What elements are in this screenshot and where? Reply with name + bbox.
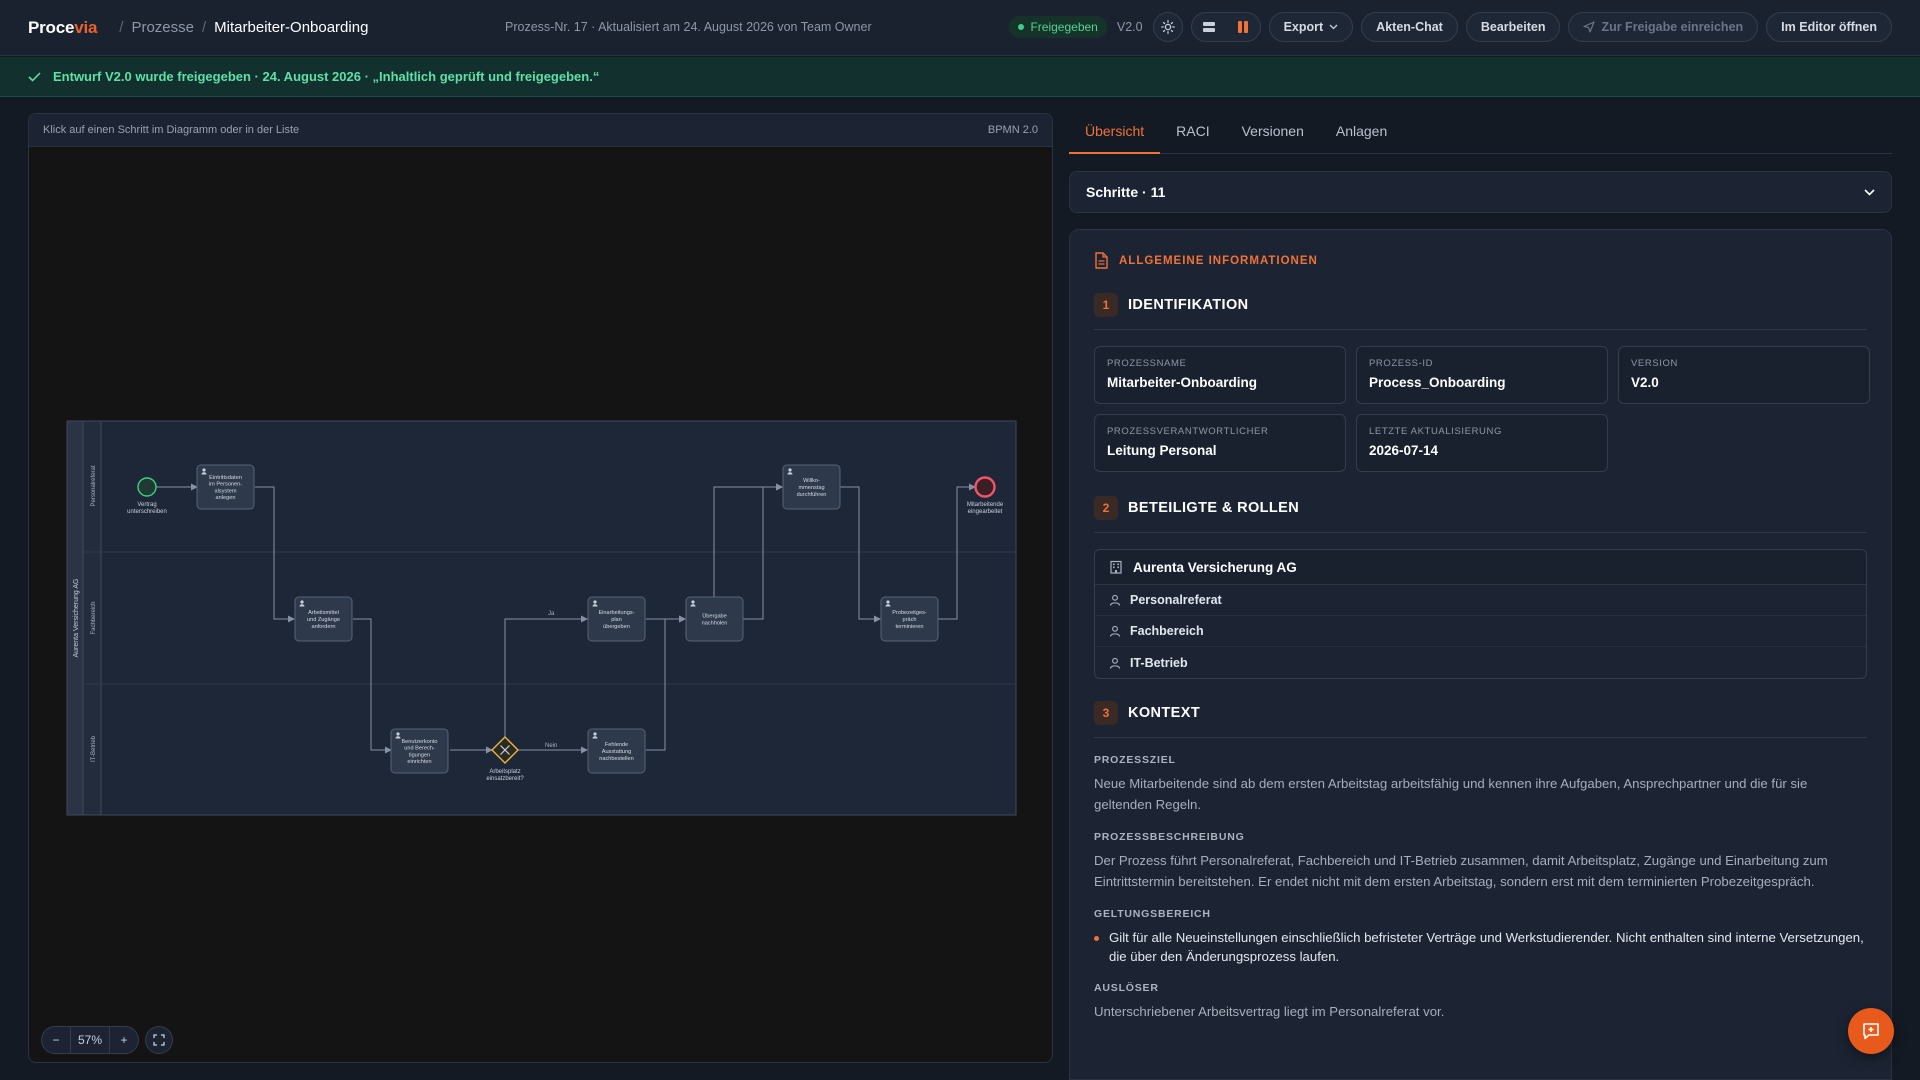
trigger-text: Unterschriebener Arbeitsvertrag liegt im…	[1094, 1004, 1445, 1019]
export-button[interactable]: Export	[1268, 12, 1354, 42]
send-icon	[1583, 21, 1596, 33]
layout-split-button[interactable]	[1226, 13, 1260, 41]
user-icon	[1109, 625, 1121, 637]
description-label: PROZESSBESCHREIBUNG	[1094, 831, 1245, 843]
role-item[interactable]: IT-Betrieb	[1095, 647, 1866, 678]
trigger-label: AUSLÖSER	[1094, 982, 1159, 994]
roles-list: Aurenta Versicherung AG Personalreferat …	[1094, 549, 1867, 679]
task-t7[interactable]: Willko-mmenstag durchführen	[782, 464, 841, 510]
info-card: ALLGEMEINE INFORMATIONEN 1 IDENTIFIKATIO…	[1069, 229, 1892, 1080]
fullscreen-button[interactable]	[145, 1026, 173, 1054]
task-t4[interactable]: Einarbeitungs-plan übergeben	[587, 596, 646, 642]
status-badge: Freigegeben	[1009, 16, 1107, 38]
process-meta: Prozess-Nr. 17 · Aktualisiert am 24. Aug…	[505, 20, 872, 34]
tab-anlagen[interactable]: Anlagen	[1320, 113, 1403, 154]
identification-fields: PROZESSNAME Mitarbeiter-Onboarding PROZES…	[1094, 346, 1870, 472]
zoom-level: 57%	[70, 1026, 110, 1054]
chat-plus-icon	[1863, 1023, 1879, 1040]
lane-label-fachbereich: Fachbereich	[91, 601, 97, 634]
field-process-id: PROZESS-ID Process_Onboarding	[1356, 346, 1608, 404]
goal-label: PROZESSZIEL	[1094, 754, 1176, 766]
top-bar: Procevia / Prozesse / Mitarbeiter-Onboar…	[0, 0, 1920, 56]
role-organization: Aurenta Versicherung AG	[1095, 550, 1866, 585]
task-t3[interactable]: Benutzerkonto und Berech-tigungen einricht…	[390, 728, 449, 774]
fullscreen-icon	[153, 1034, 165, 1046]
building-icon	[1110, 560, 1122, 574]
chat-fab-button[interactable]	[1848, 1008, 1894, 1054]
version-label: V2.0	[1116, 20, 1143, 34]
sun-icon	[1160, 20, 1175, 34]
user-icon	[1109, 657, 1121, 669]
approval-banner: Entwurf V2.0 wurde freigegeben · 24. Aug…	[0, 57, 1920, 97]
lane-label-personalreferat: Personalreferat	[91, 465, 97, 506]
task-t1[interactable]: Eintrittsdaten im Personen-alsystem anlege…	[196, 464, 255, 510]
chevron-down-icon	[1864, 188, 1875, 196]
submit-approval-button[interactable]: Zur Freigabe einreichen	[1568, 12, 1759, 42]
scope-label: GELTUNGSBEREICH	[1094, 908, 1211, 920]
diagram-panel: Klick auf einen Schritt im Diagramm oder…	[28, 113, 1053, 1063]
role-item[interactable]: Personalreferat	[1095, 585, 1866, 616]
pool-label: Aurenta Versicherung AG	[73, 579, 80, 658]
zoom-controls: − 57% +	[41, 1026, 173, 1054]
field-owner: PROZESSVERANTWORTLICHER Leitung Personal	[1094, 414, 1346, 472]
goal-text: Neue Mitarbeitende sind ab dem ersten Ar…	[1094, 776, 1808, 812]
section-title-context: KONTEXT	[1128, 705, 1201, 721]
section-title-roles: BETEILIGTE & ROLLEN	[1128, 500, 1300, 516]
bpmn-diagram: Aurenta Versicherung AG Personalreferat …	[66, 420, 1017, 816]
zoom-in-button[interactable]: +	[110, 1026, 138, 1054]
flow-label-no: Nein	[545, 743, 557, 749]
columns-icon	[1237, 21, 1248, 33]
chat-button[interactable]: Akten-Chat	[1361, 12, 1458, 42]
breadcrumb: / Prozesse / Mitarbeiter-Onboarding	[119, 19, 369, 36]
description-text: Der Prozess führt Personalreferat, Fachb…	[1094, 853, 1828, 889]
tab-raci[interactable]: RACI	[1160, 113, 1225, 154]
section-number: 2	[1094, 496, 1118, 520]
steps-label: Schritte · 11	[1086, 184, 1166, 200]
task-label: Übergabe nachholen	[702, 613, 728, 627]
steps-dropdown[interactable]: Schritte · 11	[1069, 171, 1892, 213]
tab-uebersicht[interactable]: Übersicht	[1069, 113, 1161, 154]
detail-tabs: Übersicht RACI Versionen Anlagen	[1069, 113, 1892, 154]
chevron-down-icon	[1329, 24, 1338, 30]
end-event[interactable]	[974, 476, 996, 498]
task-t8[interactable]: Probezeitges-präch terminieren	[880, 596, 939, 642]
info-title: ALLGEMEINE INFORMATIONEN	[1119, 254, 1318, 267]
field-process-name: PROZESSNAME Mitarbeiter-Onboarding	[1094, 346, 1346, 404]
diagram-hint: Klick auf einen Schritt im Diagramm oder…	[43, 124, 300, 136]
start-event[interactable]	[137, 477, 157, 497]
layout-toggle	[1190, 12, 1261, 42]
layout-stacked-button[interactable]	[1192, 13, 1226, 41]
check-icon	[28, 71, 41, 82]
edit-button[interactable]: Bearbeiten	[1465, 12, 1561, 42]
breadcrumb-current: Mitarbeiter-Onboarding	[214, 19, 369, 36]
section-number: 1	[1094, 293, 1118, 317]
field-version: VERSION V2.0	[1618, 346, 1870, 404]
task-t5[interactable]: Fehlende Ausstattung nachbestellen	[587, 728, 646, 774]
zoom-out-button[interactable]: −	[42, 1026, 70, 1054]
open-editor-button[interactable]: Im Editor öffnen	[1766, 12, 1892, 42]
lane-label-it-betrieb: IT-Betrieb	[91, 735, 97, 762]
task-t2[interactable]: Arbeitsmittel und Zugänge anfordern	[294, 596, 353, 642]
app-logo[interactable]: Procevia	[28, 18, 97, 38]
section-number: 3	[1094, 701, 1118, 725]
theme-toggle-button[interactable]	[1152, 12, 1183, 42]
field-last-update: LETZTE AKTUALISIERUNG 2026-07-14	[1356, 414, 1608, 472]
tab-versionen[interactable]: Versionen	[1226, 113, 1320, 154]
banner-text: Entwurf V2.0 wurde freigegeben · 24. Aug…	[53, 69, 600, 84]
breadcrumb-root[interactable]: Prozesse	[131, 19, 194, 36]
task-t6[interactable]: Übergabe nachholen	[685, 596, 744, 642]
notation-label: BPMN 2.0	[987, 124, 1038, 136]
user-icon	[1109, 594, 1121, 606]
role-item[interactable]: Fachbereich	[1095, 616, 1866, 647]
rows-icon	[1202, 22, 1215, 32]
gateway-label: Arbeitsplatz einsatzbereit?	[486, 769, 524, 782]
section-title-identification: IDENTIFIKATION	[1128, 297, 1249, 313]
scope-item: Gilt für alle Neueinstellungen einschlie…	[1094, 928, 1867, 966]
flow-label-yes: Ja	[548, 611, 555, 617]
document-icon	[1095, 252, 1108, 269]
task-label: Arbeitsmittel und Zugänge anfordern	[307, 610, 340, 630]
end-event-label: Mitarbeitende eingearbeitet	[967, 502, 1004, 515]
